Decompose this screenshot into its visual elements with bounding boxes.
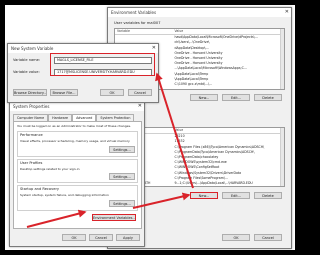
user-profiles-heading: User Profiles [20,161,43,165]
title-bar: Environment Variables ✕ [108,8,291,17]
variable-value-label: Variable value: [13,70,40,74]
column-header[interactable]: Value [174,128,284,133]
performance-heading: Performance [20,133,43,137]
variable-fields-highlight [50,53,155,76]
performance-group: Performance Visual effects, processor sc… [17,131,138,157]
title-bar: New System Variable ✕ [8,44,158,53]
title-bar: System Properties ✕ [10,102,144,111]
user-profiles-description: Desktop settings related to your sign-in [20,167,80,171]
startup-recovery-heading: Startup and Recovery [20,187,60,191]
tab-computer-name[interactable]: Computer Name [13,114,49,121]
system-edit-button[interactable]: Edit... [222,192,250,199]
scrollbar[interactable] [280,29,284,89]
user-profiles-settings-button[interactable]: Settings... [109,173,135,180]
startup-recovery-settings-button[interactable]: Settings... [109,200,135,207]
close-icon[interactable]: ✕ [152,44,156,53]
user-delete-button[interactable]: Delete [254,94,282,101]
window-title: New System Variable [11,46,54,51]
ok-button[interactable]: OK [222,234,250,241]
user-profiles-group: User Profiles Desktop settings related t… [17,159,138,183]
system-new-button[interactable]: New... [190,192,218,199]
user-edit-button[interactable]: Edit... [222,94,250,101]
user-variables-label: User variables for mal007 [114,21,161,25]
cancel-button[interactable]: Cancel [89,234,113,241]
variable-name-label: Variable name: [13,58,41,62]
column-header[interactable]: Variable [115,29,174,34]
system-delete-button[interactable]: Delete [254,192,282,199]
close-icon[interactable]: ✕ [138,102,142,111]
tab-advanced[interactable]: Advanced [72,114,97,121]
apply-button[interactable]: Apply [116,234,140,241]
user-new-button[interactable]: New... [190,94,218,101]
screenshot-frame: Environment Variables ✕ User variables f… [5,5,295,250]
ok-button[interactable]: OK [100,89,124,96]
column-header[interactable]: Value [174,29,284,34]
window-title: Environment Variables [111,10,157,15]
cancel-button[interactable]: Cancel [128,89,152,96]
startup-recovery-group: Startup and Recovery System startup, sys… [17,185,138,211]
scrollbar[interactable] [280,128,284,186]
admin-note: You must be logged on as an Administrato… [17,124,131,128]
close-icon[interactable]: ✕ [285,8,289,17]
ok-button[interactable]: OK [62,234,86,241]
startup-recovery-description: System startup, system failure, and debu… [20,193,109,197]
environment-variables-button[interactable]: Environment Variables... [92,214,136,221]
tab-hardware[interactable]: Hardware [48,114,73,121]
performance-description: Visual effects, processor scheduling, me… [20,139,130,143]
cancel-button[interactable]: Cancel [254,234,282,241]
tab-panel: You must be logged on as an Administrato… [13,121,142,229]
window-title: System Properties [13,104,50,109]
tab-system-protection[interactable]: System Protection [96,114,135,121]
tab-bar: Computer Name Hardware Advanced System P… [13,114,135,121]
performance-settings-button[interactable]: Settings... [109,146,135,153]
browse-directory-button[interactable]: Browse Directory... [13,89,47,96]
browse-file-button[interactable]: Browse File... [50,89,78,96]
system-properties-dialog: System Properties ✕ Computer Name Hardwa… [9,101,145,247]
